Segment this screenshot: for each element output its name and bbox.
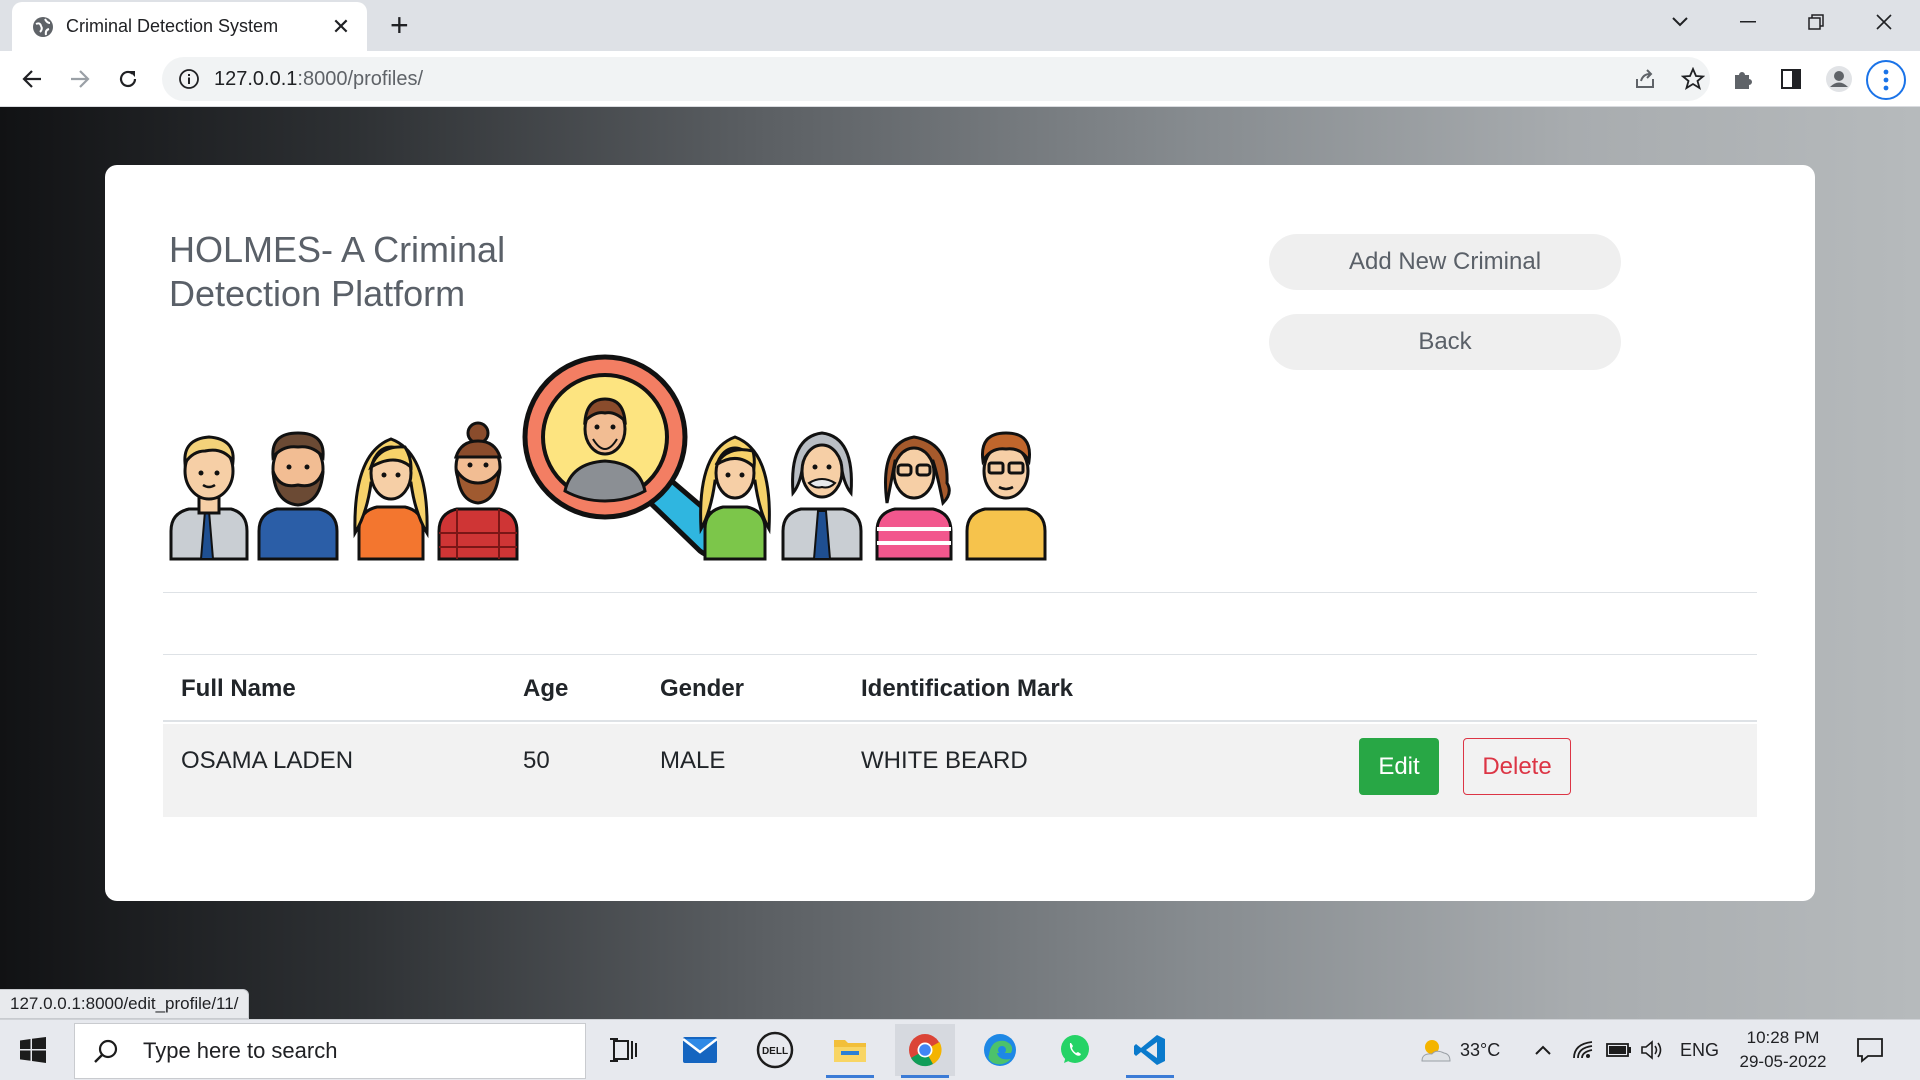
file-explorer-icon[interactable]	[820, 1024, 880, 1078]
avatar-illustration	[353, 437, 429, 561]
forward-arrow-icon[interactable]	[64, 63, 96, 95]
search-icon	[94, 1039, 118, 1063]
column-header-age: Age	[523, 675, 569, 702]
svg-text:DELL: DELL	[762, 1046, 788, 1057]
clock-time: 10:28 PM	[1746, 1028, 1820, 1047]
browser-toolbar: 127.0.0.1:8000/profiles/	[0, 51, 1920, 107]
task-view-icon[interactable]	[594, 1024, 654, 1076]
mail-icon[interactable]	[670, 1024, 730, 1076]
close-window-icon[interactable]	[1850, 0, 1918, 44]
cell-identification-mark: WHITE BEARD	[861, 747, 1028, 774]
browser-tab[interactable]: Criminal Detection System ✕	[12, 2, 367, 51]
link-status-bubble: 127.0.0.1:8000/edit_profile/11/	[0, 989, 250, 1019]
temperature: 33°C	[1460, 1039, 1501, 1060]
chrome-icon[interactable]	[895, 1024, 955, 1078]
wifi-icon[interactable]	[1572, 1020, 1594, 1080]
profile-avatar-icon[interactable]	[1824, 64, 1854, 94]
extensions-icon[interactable]	[1728, 64, 1758, 94]
system-clock[interactable]: 10:28 PM 29-05-2022	[1728, 1026, 1838, 1074]
avatar-illustration	[437, 421, 519, 561]
page-title: HOLMES- A Criminal Detection Platform	[169, 229, 506, 314]
show-hidden-icons[interactable]	[1534, 1020, 1552, 1080]
battery-icon[interactable]	[1606, 1020, 1632, 1080]
main-card: HOLMES- A Criminal Detection Platform Ad…	[105, 165, 1815, 901]
tab-search-icon[interactable]	[1646, 0, 1714, 44]
weather-widget[interactable]: 33°C	[1418, 1020, 1500, 1080]
cell-age: 50	[523, 747, 550, 774]
tab-strip: Criminal Detection System ✕ +	[0, 0, 1920, 51]
avatar-illustration	[699, 435, 771, 561]
cell-full-name: OSAMA LADEN	[181, 747, 354, 774]
bookmark-star-icon[interactable]	[1678, 64, 1708, 94]
windows-start-icon[interactable]	[20, 1037, 46, 1063]
whatsapp-icon[interactable]	[1045, 1024, 1105, 1076]
avatar-illustration	[965, 431, 1047, 561]
suspects-illustration	[169, 354, 1047, 561]
avatar-illustration	[169, 435, 249, 561]
chrome-menu-icon[interactable]	[1866, 60, 1906, 100]
add-new-criminal-button[interactable]: Add New Criminal	[1269, 234, 1621, 290]
avatar-illustration	[257, 431, 339, 561]
table-row: OSAMA LADEN 50 MALE WHITE BEARD Edit Del…	[163, 724, 1757, 817]
table-header-row: Full Name Age Gender Identification Mark	[163, 655, 1757, 722]
tab-close-icon[interactable]: ✕	[329, 14, 353, 40]
divider	[163, 592, 1757, 593]
clock-date: 29-05-2022	[1739, 1052, 1827, 1071]
column-header-gender: Gender	[660, 675, 745, 702]
delete-button[interactable]: Delete	[1463, 738, 1571, 795]
notifications-icon[interactable]	[1856, 1020, 1884, 1080]
edit-button[interactable]: Edit	[1359, 738, 1439, 795]
taskbar-search-box[interactable]: Type here to search	[74, 1023, 586, 1079]
site-info-icon[interactable]	[178, 68, 200, 90]
avatar-illustration	[781, 431, 863, 561]
input-language[interactable]: ENG	[1680, 1020, 1719, 1080]
globe-icon	[33, 16, 53, 37]
tab-title: Criminal Detection System	[66, 16, 279, 36]
url-text: 127.0.0.1:8000/profiles/	[214, 68, 424, 90]
side-panel-icon[interactable]	[1776, 64, 1806, 94]
back-button[interactable]: Back	[1269, 314, 1621, 370]
cell-gender: MALE	[660, 747, 726, 774]
magnifying-glass-illustration	[522, 354, 730, 558]
volume-icon[interactable]	[1640, 1020, 1664, 1080]
page-viewport: HOLMES- A Criminal Detection Platform Ad…	[0, 107, 1920, 1019]
address-bar[interactable]: 127.0.0.1:8000/profiles/	[162, 57, 1710, 101]
avatar-illustration	[875, 435, 953, 561]
column-header-identification-mark: Identification Mark	[861, 675, 1074, 702]
column-header-full-name: Full Name	[181, 675, 296, 702]
restore-icon[interactable]	[1782, 0, 1850, 44]
search-placeholder: Type here to search	[143, 1038, 338, 1063]
edge-icon[interactable]	[970, 1024, 1030, 1076]
back-arrow-icon[interactable]	[16, 63, 48, 95]
reload-icon[interactable]	[112, 63, 144, 95]
share-icon[interactable]	[1630, 64, 1660, 94]
new-tab-button[interactable]: +	[390, 9, 409, 41]
windows-taskbar: Type here to search DELL 33°C ENG 10:28	[0, 1019, 1920, 1080]
vscode-icon[interactable]	[1120, 1024, 1180, 1078]
minimize-icon[interactable]	[1714, 0, 1782, 44]
dell-icon[interactable]: DELL	[745, 1024, 805, 1076]
weather-sun-icon	[1421, 1040, 1451, 1062]
